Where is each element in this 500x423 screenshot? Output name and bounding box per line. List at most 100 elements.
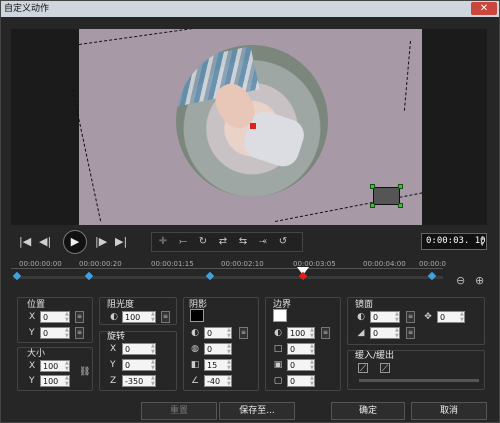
go-to-start-icon[interactable]: |◀ bbox=[19, 235, 31, 249]
spinner-icon[interactable]: ▲ ▼ bbox=[310, 343, 316, 355]
reset-button[interactable]: 重置 bbox=[141, 402, 217, 420]
add-keyframe-icon[interactable]: ✚ bbox=[156, 236, 170, 249]
timecode-field[interactable]: 0:00:03. 10 ▲ ▼ bbox=[421, 233, 487, 250]
spinner-icon[interactable]: ▲ ▼ bbox=[65, 375, 71, 387]
transport-bar: |◀ ◀| ▶ |▶ ▶| ✚ ⤚ ↻ ⇄ ⇆ ⤛ ↺ 0:00:03. 10 … bbox=[11, 230, 487, 254]
clip-image[interactable] bbox=[176, 45, 328, 197]
spinner-icon[interactable]: ▲ ▼ bbox=[65, 311, 71, 323]
size-y-label: Y bbox=[29, 376, 35, 386]
tick-label: 00:00:0 bbox=[419, 260, 446, 268]
footer-bar: 重置 保存至... 确定 取消 bbox=[1, 400, 499, 422]
rotation-z-label: Z bbox=[110, 376, 117, 386]
flip-keyframe-icon[interactable]: ⇄ bbox=[216, 236, 230, 249]
go-to-end-icon[interactable]: ▶| bbox=[115, 235, 127, 249]
timecode-value: 0:00:03. 10 bbox=[426, 236, 486, 246]
save-to-button[interactable]: 保存至... bbox=[219, 402, 295, 420]
shadow-distance-icon: ◧ bbox=[190, 360, 200, 370]
next-frame-icon[interactable]: |▶ bbox=[95, 235, 107, 249]
spinner-icon[interactable]: ▲ ▼ bbox=[227, 375, 233, 387]
cancel-button[interactable]: 取消 bbox=[411, 402, 487, 420]
resize-handle[interactable] bbox=[370, 184, 375, 189]
tick-label: 00:00:00:20 bbox=[79, 260, 122, 268]
move-right-icon[interactable]: ↺ bbox=[276, 236, 290, 249]
spinner-icon[interactable]: ▲ ▼ bbox=[395, 311, 401, 323]
size-title: 大小 bbox=[27, 349, 46, 359]
size-x-label: X bbox=[29, 361, 36, 371]
tick-label: 00:00:02:10 bbox=[221, 260, 264, 268]
shadow-blur-icon: ◍ bbox=[191, 344, 199, 354]
timecode-spinner-icon[interactable]: ▲ ▼ bbox=[480, 234, 484, 248]
shadow-menu-button[interactable]: ≡ bbox=[239, 327, 248, 339]
keyframe-toolbar: ✚ ⤚ ↻ ⇄ ⇆ ⤛ ↺ bbox=[151, 232, 303, 252]
ok-button[interactable]: 确定 bbox=[331, 402, 405, 420]
tick-label: 00:00:03:05 bbox=[293, 260, 336, 268]
border-menu-button[interactable]: ≡ bbox=[321, 327, 330, 339]
shadow-object[interactable] bbox=[370, 184, 403, 208]
spinner-icon[interactable]: ▲ ▼ bbox=[310, 359, 316, 371]
spinner-icon[interactable]: ▲ ▼ bbox=[65, 360, 71, 372]
fade-out-icon[interactable]: ⟋ bbox=[380, 363, 390, 374]
opacity-title: 阻光度 bbox=[107, 300, 135, 310]
spinner-icon[interactable]: ▲ ▼ bbox=[460, 311, 466, 323]
shadow-opacity-icon: ◐ bbox=[191, 328, 199, 338]
move-icon: ✥ bbox=[424, 312, 432, 322]
anchor-point[interactable] bbox=[250, 123, 256, 129]
border-width-icon: □ bbox=[273, 344, 283, 354]
play-button[interactable]: ▶ bbox=[63, 230, 87, 254]
spinner-icon[interactable]: ▲ ▼ bbox=[227, 359, 233, 371]
spinner-icon[interactable]: ▲ ▼ bbox=[151, 311, 157, 323]
position-title: 位置 bbox=[27, 300, 46, 310]
link-ratio-icon[interactable]: ⛓ bbox=[79, 367, 90, 377]
zoom-out-icon[interactable]: ⊖ bbox=[456, 274, 465, 287]
custom-motion-window: 自定义动作 ✕ |◀ ◀| ▶ |▶ ▶| ✚ ⤚ ↻ ⇄ ⇆ ⤛ ↺ 0:00… bbox=[0, 0, 500, 423]
spinner-icon[interactable]: ▲ ▼ bbox=[151, 359, 157, 371]
resize-handle[interactable] bbox=[370, 203, 375, 208]
border-color-swatch[interactable] bbox=[273, 309, 287, 322]
mirror-title: 镜面 bbox=[355, 300, 374, 310]
spinner-icon[interactable]: ▲ ▼ bbox=[310, 375, 316, 387]
mirror-opacity-icon: ◐ bbox=[357, 312, 365, 322]
opacity-menu-button[interactable]: ≡ bbox=[161, 311, 170, 323]
fade-in-icon[interactable]: ⟋ bbox=[358, 363, 368, 374]
fade-slider[interactable] bbox=[359, 379, 479, 382]
shadow-angle-icon: ∠ bbox=[190, 376, 200, 386]
resize-handle[interactable] bbox=[398, 203, 403, 208]
border-corner-icon: ▢ bbox=[273, 376, 283, 386]
keyframe-track[interactable] bbox=[13, 276, 443, 279]
spinner-icon[interactable]: ▲ ▼ bbox=[151, 343, 157, 355]
tick-label: 00:00:00:00 bbox=[19, 260, 62, 268]
spinner-icon[interactable]: ▲ ▼ bbox=[227, 343, 233, 355]
fade-title: 缓入/缓出 bbox=[355, 351, 395, 361]
resize-handle[interactable] bbox=[398, 184, 403, 189]
position-y-label: Y bbox=[29, 328, 35, 338]
rotation-y-label: Y bbox=[110, 360, 116, 370]
reverse-keyframe-icon[interactable]: ↻ bbox=[196, 236, 210, 249]
spinner-icon[interactable]: ▲ ▼ bbox=[151, 375, 157, 387]
opacity-icon: ◐ bbox=[110, 312, 118, 322]
mirror-menu-button[interactable]: ≡ bbox=[406, 311, 415, 323]
mirror-fade-menu-button[interactable]: ≡ bbox=[406, 327, 415, 339]
rotation-title: 旋转 bbox=[107, 332, 126, 342]
spinner-icon[interactable]: ▲ ▼ bbox=[310, 327, 316, 339]
tick-row: 00:00:00:00 00:00:00:20 00:00:01:15 00:0… bbox=[11, 259, 446, 269]
shadow-color-swatch[interactable] bbox=[190, 309, 204, 322]
rotation-x-label: X bbox=[110, 344, 117, 354]
preview-canvas[interactable] bbox=[79, 29, 422, 225]
motion-path-line bbox=[403, 40, 411, 111]
border-opacity-icon: ◐ bbox=[274, 328, 282, 338]
timeline-ruler[interactable]: 00:00:00:00 00:00:00:20 00:00:01:15 00:0… bbox=[11, 259, 446, 295]
previous-frame-icon[interactable]: ◀| bbox=[39, 235, 51, 249]
zoom-in-icon[interactable]: ⊕ bbox=[475, 274, 484, 287]
spinner-icon[interactable]: ▲ ▼ bbox=[65, 327, 71, 339]
position-x-menu-button[interactable]: ≡ bbox=[75, 311, 84, 323]
swap-keyframe-icon[interactable]: ⇆ bbox=[236, 236, 250, 249]
move-left-icon[interactable]: ⤛ bbox=[256, 236, 270, 249]
remove-keyframe-icon[interactable]: ⤚ bbox=[176, 236, 190, 249]
spinner-icon[interactable]: ▲ ▼ bbox=[395, 327, 401, 339]
spinner-icon[interactable]: ▲ ▼ bbox=[227, 327, 233, 339]
tick-label: 00:00:04:00 bbox=[363, 260, 406, 268]
position-y-menu-button[interactable]: ≡ bbox=[75, 327, 84, 339]
position-x-label: X bbox=[29, 312, 36, 322]
tick-label: 00:00:01:15 bbox=[151, 260, 194, 268]
close-icon[interactable]: ✕ bbox=[471, 2, 497, 15]
